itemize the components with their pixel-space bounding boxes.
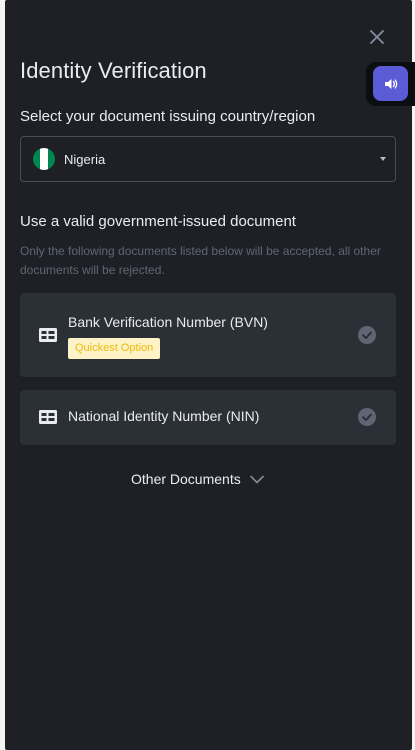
country-label: Select your document issuing country/reg…	[20, 108, 316, 125]
documents-note: Only the following documents listed belo…	[20, 244, 381, 277]
speaker-button[interactable]	[373, 66, 408, 101]
document-option-nin[interactable]: National Identity Number (NIN)	[20, 390, 396, 445]
page-title: Identity Verification	[20, 58, 207, 83]
close-icon	[370, 30, 384, 44]
nigeria-flag-icon	[33, 148, 55, 170]
identity-verification-modal: Identity Verification Select your docume…	[5, 0, 412, 750]
speaker-icon	[384, 78, 397, 89]
check-circle-icon	[358, 326, 376, 344]
close-button[interactable]	[366, 26, 388, 48]
floating-audio-widget[interactable]	[366, 62, 415, 106]
other-documents-label: Other Documents	[131, 471, 241, 487]
other-documents-toggle[interactable]: Other Documents	[131, 471, 264, 487]
check-circle-icon	[358, 408, 376, 426]
chevron-down-icon	[249, 475, 264, 483]
caret-down-icon	[380, 157, 386, 161]
document-option-bvn[interactable]: Bank Verification Number (BVN) Quickest …	[20, 293, 396, 377]
documents-heading: Use a valid government-issued document	[20, 213, 296, 230]
document-name: National Identity Number (NIN)	[68, 408, 260, 424]
document-name: Bank Verification Number (BVN)	[68, 314, 268, 330]
quickest-option-badge: Quickest Option	[68, 338, 161, 359]
country-select[interactable]: Nigeria	[20, 136, 396, 182]
country-selected-value: Nigeria	[64, 151, 106, 167]
id-card-icon	[39, 328, 57, 342]
id-card-icon	[39, 410, 57, 424]
